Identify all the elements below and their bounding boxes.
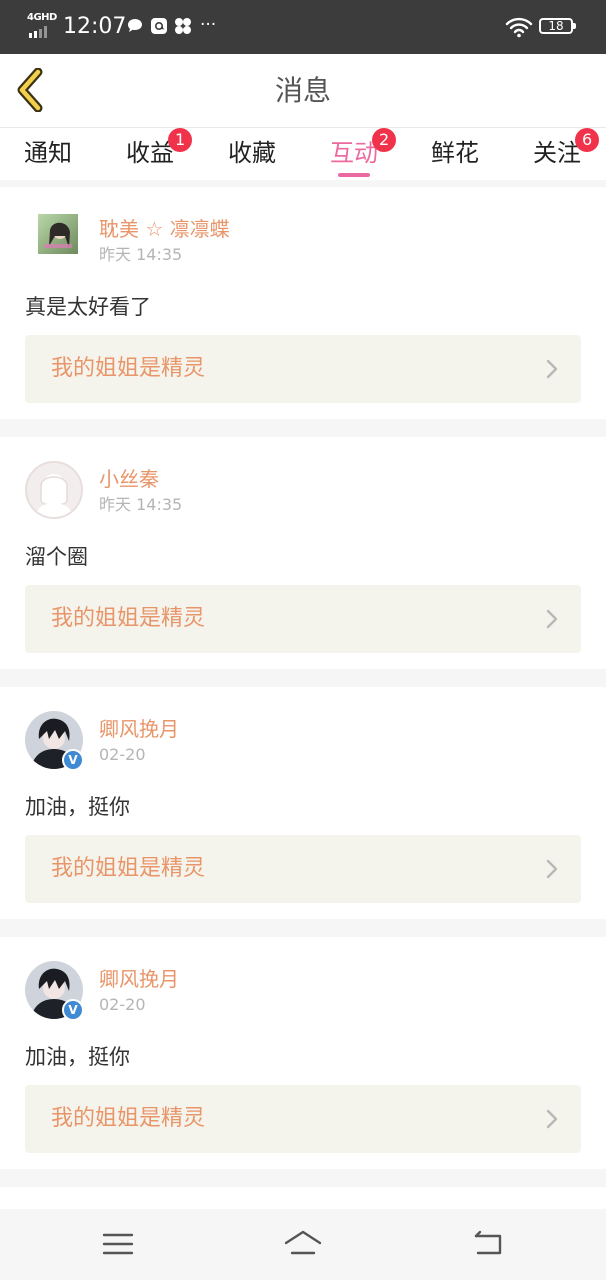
message-card: 耽美 ☆ 凛凛蝶 昨天 14:35 真是太好看了 我的姐姐是精灵 (0, 187, 606, 419)
tab-flowers[interactable]: 鲜花 (431, 138, 479, 178)
message-card: V 卿风挽月 02-20 加油，挺你 我的姐姐是精灵 (0, 937, 606, 1169)
avatar[interactable] (38, 214, 78, 254)
comment-text: 加油，挺你 (25, 795, 130, 819)
menu-icon (102, 1233, 134, 1255)
book-title: 我的姐姐是精灵 (51, 356, 206, 381)
home-icon (284, 1230, 322, 1255)
tab-label: 互动 (330, 139, 378, 167)
username[interactable]: 卿风挽月 (99, 967, 179, 991)
active-tab-indicator (338, 173, 370, 177)
username[interactable]: 卿风挽月 (99, 717, 179, 741)
status-bar: 4GHD 12:07 ··· 18 (0, 0, 606, 54)
network-type: 4GHD (27, 12, 57, 23)
book-title: 我的姐姐是精灵 (51, 856, 206, 881)
verified-badge-icon: V (62, 999, 84, 1021)
message-card-partial (0, 1187, 606, 1209)
book-title: 我的姐姐是精灵 (51, 606, 206, 631)
book-link[interactable]: 我的姐姐是精灵 (25, 335, 581, 403)
tab-interaction[interactable]: 互动 2 (330, 128, 397, 178)
comment-text: 加油，挺你 (25, 1045, 130, 1069)
chevron-right-icon (546, 359, 558, 379)
pinwheel-icon (174, 17, 192, 40)
page-title: 消息 (274, 74, 331, 107)
chat-bubble-icon (126, 17, 144, 40)
battery-level: 18 (548, 19, 564, 33)
tab-follow[interactable]: 关注 6 (533, 128, 600, 178)
cellular-signal-icon: 4GHD (27, 12, 57, 40)
avatar[interactable] (25, 461, 83, 519)
comment-text: 溜个圈 (25, 545, 88, 569)
message-card: V 卿风挽月 02-20 加油，挺你 我的姐姐是精灵 (0, 687, 606, 919)
return-icon (474, 1230, 502, 1255)
book-title: 我的姐姐是精灵 (51, 1106, 206, 1131)
battery-icon: 18 (539, 18, 576, 34)
tab-notice[interactable]: 通知 (24, 138, 72, 178)
status-time: 12:07 (63, 14, 127, 39)
home-button[interactable] (283, 1227, 323, 1261)
unread-badge: 1 (168, 128, 193, 152)
tab-label: 鲜花 (431, 139, 479, 167)
book-link[interactable]: 我的姐姐是精灵 (25, 1085, 581, 1153)
comment-text: 真是太好看了 (25, 295, 151, 319)
unread-badge: 6 (575, 128, 600, 152)
top-bar: 消息 (0, 54, 606, 128)
message-time: 02-20 (99, 745, 146, 764)
unread-badge: 2 (372, 128, 397, 152)
back-nav-button[interactable] (468, 1227, 508, 1261)
message-time: 昨天 14:35 (99, 495, 183, 514)
message-time: 昨天 14:35 (99, 245, 183, 264)
tab-bar: 通知 收益 1 收藏 互动 2 鲜花 关注 6 (0, 128, 606, 180)
chevron-right-icon (546, 1109, 558, 1129)
username[interactable]: 耽美 ☆ 凛凛蝶 (99, 217, 230, 241)
chevron-right-icon (546, 609, 558, 629)
tab-label: 关注 (533, 139, 581, 167)
message-card: 小丝秦 昨天 14:35 溜个圈 我的姐姐是精灵 (0, 437, 606, 669)
at-sign-icon (150, 17, 168, 40)
menu-button[interactable] (98, 1227, 138, 1261)
tab-label: 收藏 (228, 139, 276, 167)
tab-label: 收益 (126, 139, 174, 167)
tab-earnings[interactable]: 收益 1 (126, 128, 193, 178)
tab-favorites[interactable]: 收藏 (228, 138, 276, 178)
tab-label: 通知 (24, 139, 72, 167)
system-nav-bar (0, 1209, 606, 1280)
verified-badge-icon: V (62, 749, 84, 771)
username[interactable]: 小丝秦 (99, 467, 159, 491)
book-link[interactable]: 我的姐姐是精灵 (25, 585, 581, 653)
more-dots-icon: ··· (200, 15, 217, 35)
wifi-icon (505, 16, 533, 38)
book-link[interactable]: 我的姐姐是精灵 (25, 835, 581, 903)
message-time: 02-20 (99, 995, 146, 1014)
chevron-right-icon (546, 859, 558, 879)
